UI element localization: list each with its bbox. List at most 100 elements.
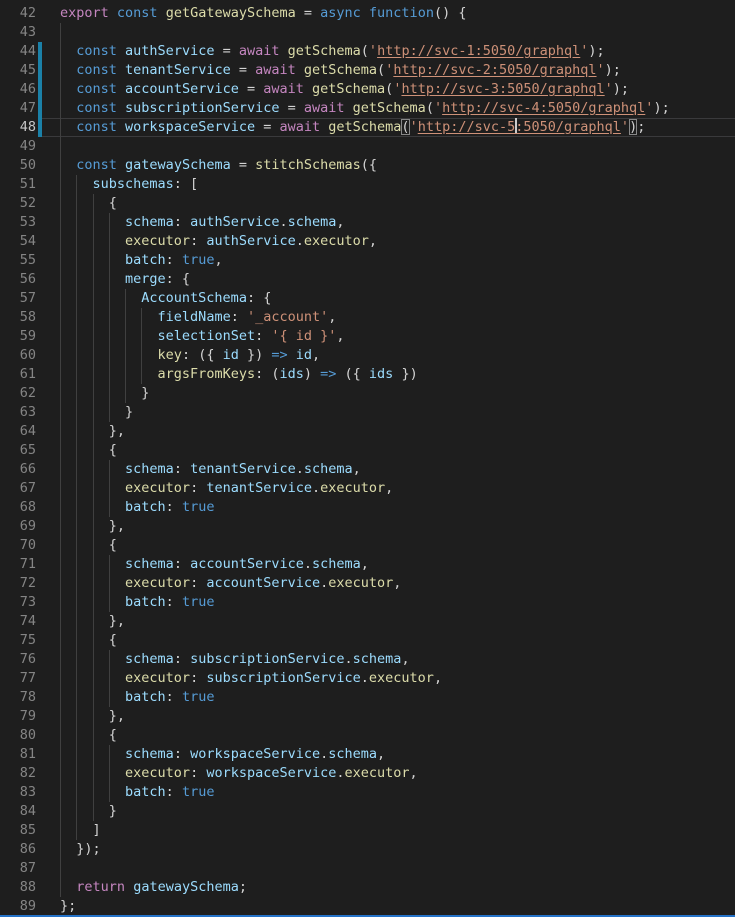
code-line[interactable]: 62 } (0, 384, 735, 403)
code-line[interactable]: 77 executor: subscriptionService.executo… (0, 669, 735, 688)
line-number[interactable]: 83 (0, 783, 36, 802)
code-content[interactable]: executor: subscriptionService.executor, (42, 669, 735, 688)
code-content[interactable]: executor: accountService.executor, (42, 574, 735, 593)
line-number[interactable]: 62 (0, 384, 36, 403)
code-line[interactable]: 85 ] (0, 821, 735, 840)
line-number[interactable]: 80 (0, 726, 36, 745)
code-line[interactable]: 71 schema: accountService.schema, (0, 555, 735, 574)
code-content[interactable] (42, 859, 735, 878)
code-content[interactable]: schema: subscriptionService.schema, (42, 650, 735, 669)
code-line[interactable]: 67 executor: tenantService.executor, (0, 479, 735, 498)
code-content[interactable]: }; (42, 897, 735, 916)
line-number[interactable]: 76 (0, 650, 36, 669)
line-number[interactable]: 64 (0, 422, 36, 441)
code-line[interactable]: 52 { (0, 194, 735, 213)
code-line[interactable]: 86 }); (0, 840, 735, 859)
code-line[interactable]: 75 { (0, 631, 735, 650)
line-number[interactable]: 73 (0, 593, 36, 612)
line-number[interactable]: 51 (0, 175, 36, 194)
code-content[interactable]: { (42, 631, 735, 650)
line-number[interactable]: 67 (0, 479, 36, 498)
code-line[interactable]: 82 executor: workspaceService.executor, (0, 764, 735, 783)
code-content[interactable]: { (42, 536, 735, 555)
code-line[interactable]: 65 { (0, 441, 735, 460)
code-line[interactable]: 49 (0, 137, 735, 156)
code-content[interactable]: { (42, 726, 735, 745)
line-number[interactable]: 46 (0, 80, 36, 99)
line-number[interactable]: 79 (0, 707, 36, 726)
code-content[interactable]: return gatewaySchema; (42, 878, 735, 897)
code-line[interactable]: 57 AccountSchema: { (0, 289, 735, 308)
code-line[interactable]: 60 key: ({ id }) => id, (0, 346, 735, 365)
code-content[interactable]: }, (42, 517, 735, 536)
code-content[interactable]: fieldName: '_account', (42, 308, 735, 327)
code-line[interactable]: 42 export const getGatewaySchema = async … (0, 4, 735, 23)
code-line[interactable]: 79 }, (0, 707, 735, 726)
code-content[interactable]: ] (42, 821, 735, 840)
line-number[interactable]: 53 (0, 213, 36, 232)
code-content[interactable]: AccountSchema: { (42, 289, 735, 308)
code-line[interactable]: 48 const workspaceService = await getSch… (0, 118, 735, 137)
code-line[interactable]: 76 schema: subscriptionService.schema, (0, 650, 735, 669)
code-editor[interactable]: 42 export const getGatewaySchema = async … (0, 4, 735, 916)
line-number[interactable]: 82 (0, 764, 36, 783)
code-line[interactable]: 63 } (0, 403, 735, 422)
code-content[interactable]: { (42, 194, 735, 213)
code-line[interactable]: 44 const authService = await getSchema('… (0, 42, 735, 61)
line-number[interactable]: 42 (0, 4, 36, 23)
line-number[interactable]: 72 (0, 574, 36, 593)
code-content[interactable]: argsFromKeys: (ids) => ({ ids }) (42, 365, 735, 384)
code-content[interactable]: schema: tenantService.schema, (42, 460, 735, 479)
line-number[interactable]: 47 (0, 99, 36, 118)
code-line[interactable]: 61 argsFromKeys: (ids) => ({ ids }) (0, 365, 735, 384)
code-line[interactable]: 83 batch: true (0, 783, 735, 802)
line-number[interactable]: 78 (0, 688, 36, 707)
code-line[interactable]: 89}; (0, 897, 735, 916)
code-content[interactable]: subschemas: [ (42, 175, 735, 194)
code-line[interactable]: 56 merge: { (0, 270, 735, 289)
code-content[interactable]: const tenantService = await getSchema('h… (42, 61, 735, 80)
code-content[interactable]: batch: true (42, 498, 735, 517)
line-number[interactable]: 48 (0, 118, 36, 137)
line-number[interactable]: 52 (0, 194, 36, 213)
url-link[interactable]: http://svc-3:5050/graphql (401, 81, 604, 97)
code-line[interactable]: 78 batch: true (0, 688, 735, 707)
line-number[interactable]: 49 (0, 137, 36, 156)
code-content[interactable]: executor: tenantService.executor, (42, 479, 735, 498)
code-content[interactable] (42, 137, 735, 156)
code-line[interactable]: 53 schema: authService.schema, (0, 213, 735, 232)
code-line[interactable]: 43 (0, 23, 735, 42)
line-number[interactable]: 75 (0, 631, 36, 650)
line-number[interactable]: 84 (0, 802, 36, 821)
line-number[interactable]: 87 (0, 859, 36, 878)
line-number[interactable]: 43 (0, 23, 36, 42)
line-number[interactable]: 71 (0, 555, 36, 574)
code-content[interactable]: selectionSet: '{ id }', (42, 327, 735, 346)
line-number[interactable]: 45 (0, 61, 36, 80)
code-content[interactable]: executor: workspaceService.executor, (42, 764, 735, 783)
code-content[interactable]: batch: true (42, 688, 735, 707)
code-line[interactable]: 59 selectionSet: '{ id }', (0, 327, 735, 346)
code-content[interactable]: const gatewaySchema = stitchSchemas({ (42, 156, 735, 175)
code-line[interactable]: 45 const tenantService = await getSchema… (0, 61, 735, 80)
code-content[interactable]: } (42, 403, 735, 422)
code-line[interactable]: 54 executor: authService.executor, (0, 232, 735, 251)
code-content[interactable]: batch: true (42, 783, 735, 802)
code-line[interactable]: 55 batch: true, (0, 251, 735, 270)
code-content[interactable]: } (42, 384, 735, 403)
line-number[interactable]: 74 (0, 612, 36, 631)
code-content[interactable]: export const getGatewaySchema = async fu… (42, 4, 735, 23)
code-content[interactable]: { (42, 441, 735, 460)
url-link[interactable]: :5050/graphql (515, 119, 621, 135)
line-number[interactable]: 86 (0, 840, 36, 859)
line-number[interactable]: 57 (0, 289, 36, 308)
line-number[interactable]: 85 (0, 821, 36, 840)
code-line[interactable]: 70 { (0, 536, 735, 555)
code-content[interactable]: batch: true, (42, 251, 735, 270)
line-number[interactable]: 68 (0, 498, 36, 517)
code-content[interactable]: const workspaceService = await getSchema… (42, 118, 735, 137)
code-line[interactable]: 68 batch: true (0, 498, 735, 517)
code-line[interactable]: 69 }, (0, 517, 735, 536)
code-content[interactable]: }); (42, 840, 735, 859)
line-number[interactable]: 89 (0, 897, 36, 916)
